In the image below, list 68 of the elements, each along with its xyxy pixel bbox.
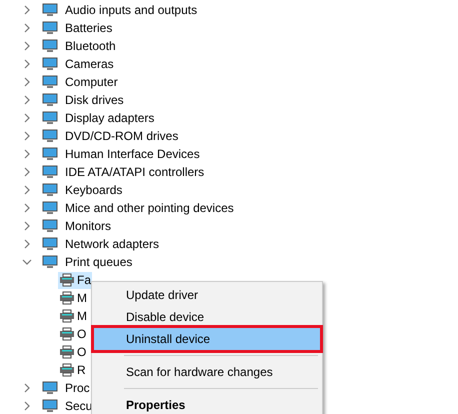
tree-item[interactable]: Monitors <box>63 218 114 234</box>
chevron-right-icon[interactable] <box>22 59 32 69</box>
tree-item[interactable]: Mice and other pointing devices <box>63 200 236 216</box>
device-icon <box>42 92 58 108</box>
chevron-right-icon[interactable] <box>22 5 32 15</box>
chevron-down-icon[interactable] <box>22 257 32 267</box>
menu-item[interactable]: Scan for hardware changes <box>94 361 320 383</box>
printer-icon <box>59 345 75 359</box>
chevron-right-icon[interactable] <box>22 383 32 393</box>
chevron-right-icon[interactable] <box>22 239 32 249</box>
chevron-right-icon[interactable] <box>22 149 32 159</box>
device-icon <box>42 128 58 144</box>
tree-item[interactable]: Print queues <box>63 254 134 270</box>
printer-icon <box>59 291 75 305</box>
tree-item[interactable]: Cameras <box>63 56 116 72</box>
device-icon <box>42 236 58 252</box>
tree-item[interactable]: Human Interface Devices <box>63 146 202 162</box>
chevron-right-icon[interactable] <box>22 401 32 411</box>
chevron-right-icon[interactable] <box>22 203 32 213</box>
chevron-right-icon[interactable] <box>22 95 32 105</box>
chevron-right-icon[interactable] <box>22 77 32 87</box>
tree-item[interactable]: R <box>58 362 87 378</box>
chevron-right-icon[interactable] <box>22 41 32 51</box>
menu-item[interactable]: Properties <box>94 394 320 414</box>
device-icon <box>42 146 58 162</box>
tree-item[interactable]: O <box>58 344 88 360</box>
tree-item[interactable]: Audio inputs and outputs <box>63 2 200 18</box>
menu-item[interactable]: Disable device <box>94 306 320 328</box>
device-icon <box>42 56 58 72</box>
printer-icon <box>59 327 75 341</box>
tree-item[interactable]: Disk drives <box>63 92 126 108</box>
tree-item[interactable]: Batteries <box>63 20 114 36</box>
printer-icon <box>59 273 75 287</box>
tree-item[interactable]: DVD/CD-ROM drives <box>63 128 180 144</box>
tree-item[interactable]: M <box>58 290 88 306</box>
tree-item[interactable]: Display adapters <box>63 110 156 126</box>
tree-item[interactable]: Network adapters <box>63 236 162 252</box>
device-icon <box>42 20 58 36</box>
printer-icon <box>59 363 75 377</box>
chevron-right-icon[interactable] <box>22 167 32 177</box>
tree-item[interactable]: Keyboards <box>63 182 124 198</box>
device-icon <box>42 218 58 234</box>
tree-item[interactable]: M <box>58 308 88 324</box>
menu-item[interactable]: Update driver <box>94 284 320 306</box>
device-icon <box>42 110 58 126</box>
chevron-right-icon[interactable] <box>22 113 32 123</box>
tree-item[interactable]: Fa <box>58 272 92 288</box>
menu-item[interactable]: Uninstall device <box>94 328 320 350</box>
chevron-right-icon[interactable] <box>22 221 32 231</box>
chevron-right-icon[interactable] <box>22 23 32 33</box>
tree-item[interactable]: Computer <box>63 74 120 90</box>
device-icon <box>42 182 58 198</box>
device-icon <box>42 398 58 414</box>
device-icon <box>42 164 58 180</box>
device-icon <box>42 380 58 396</box>
device-icon <box>42 200 58 216</box>
tree-item[interactable]: Bluetooth <box>63 38 118 54</box>
tree-item[interactable]: O <box>58 326 88 342</box>
tree-item[interactable]: IDE ATA/ATAPI controllers <box>63 164 206 180</box>
device-icon <box>42 38 58 54</box>
chevron-right-icon[interactable] <box>22 131 32 141</box>
chevron-right-icon[interactable] <box>22 185 32 195</box>
tree-item[interactable]: Secu <box>63 398 94 414</box>
device-icon <box>42 74 58 90</box>
printer-icon <box>59 309 75 323</box>
device-icon <box>42 2 58 18</box>
device-icon <box>42 254 58 270</box>
tree-item[interactable]: Proc <box>63 380 92 396</box>
